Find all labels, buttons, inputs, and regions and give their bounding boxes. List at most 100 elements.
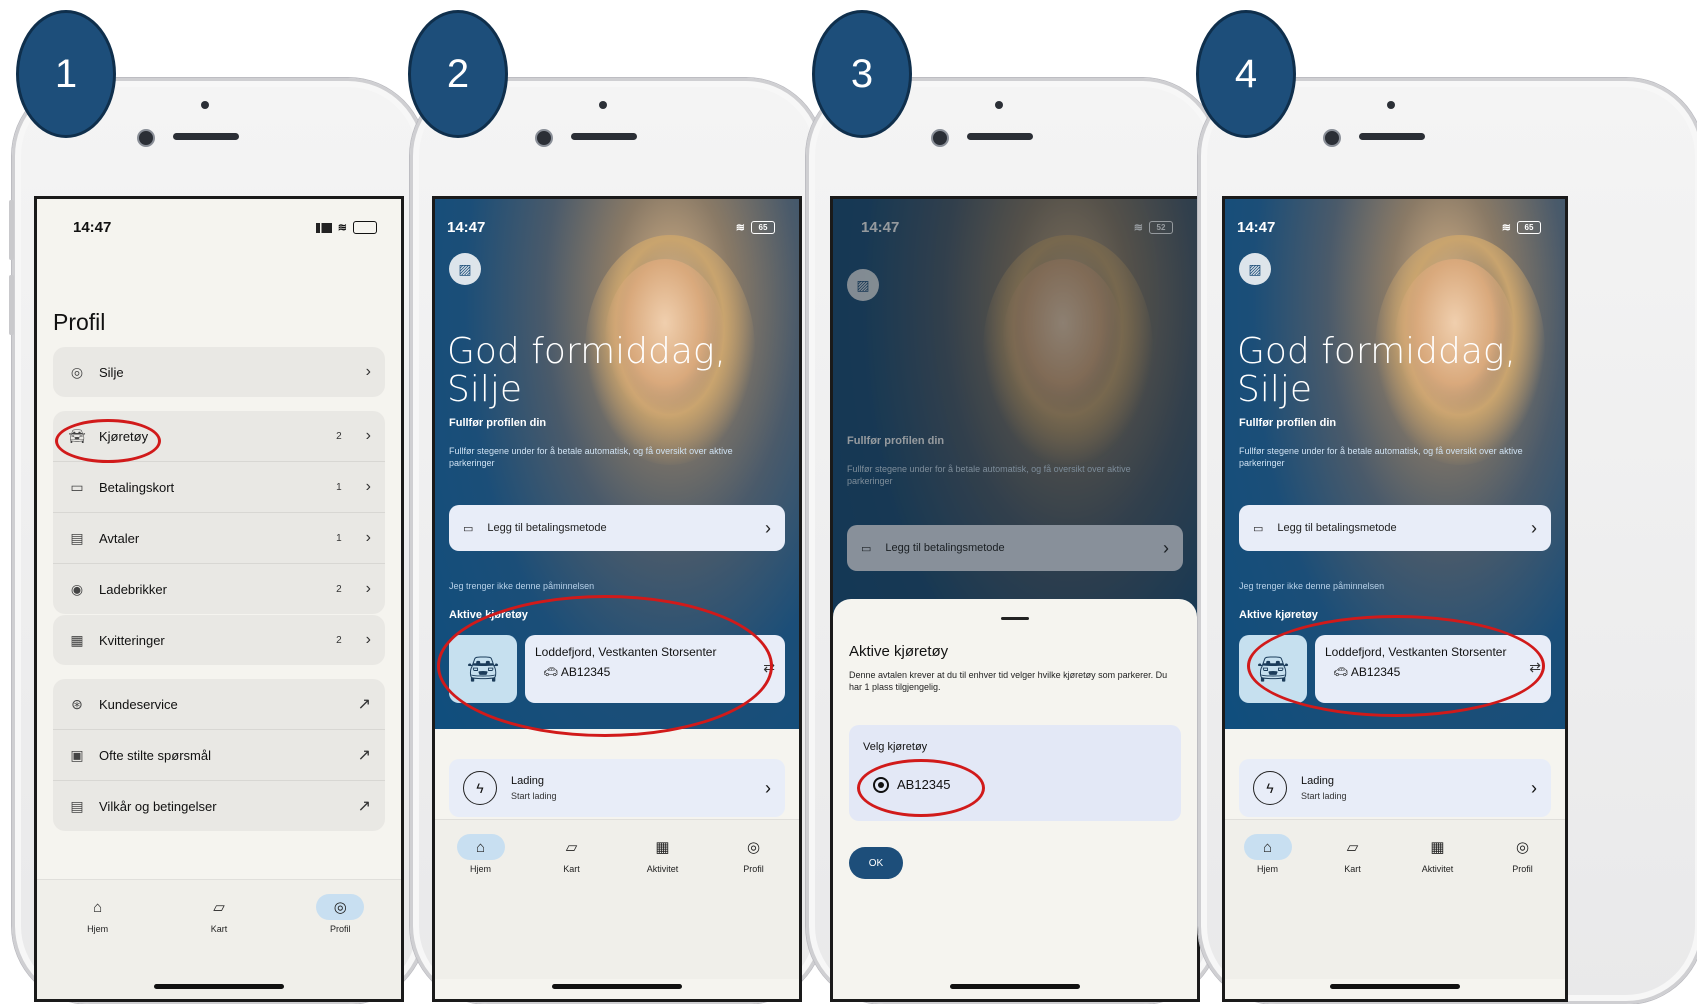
steps-description: Fullfør stegene under for å betale autom… xyxy=(449,446,733,468)
swap-vehicle-icon[interactable]: ⇄ xyxy=(763,659,775,676)
signal-icon xyxy=(315,222,332,233)
active-vehicle-card[interactable]: Loddefjord, Vestkanten Storsenter 🚗︎ AB1… xyxy=(525,635,785,703)
swap-vehicle-icon[interactable]: ⇄ xyxy=(1529,659,1541,676)
dismiss-reminder-link[interactable]: Jeg trenger ikke denne påminnelsen xyxy=(449,581,594,591)
credit-card-icon: ▭ xyxy=(70,478,84,495)
menu-item-betalingskort[interactable]: ▭ Betalingskort 1 › xyxy=(53,462,385,513)
license-plate: 🚗︎ AB12345 xyxy=(543,665,611,679)
link-label: Kundeservice xyxy=(99,696,178,712)
select-label: Velg kjøretøy xyxy=(863,741,928,753)
change-photo-icon[interactable]: ▨ xyxy=(449,253,481,285)
profile-icon: ◎ xyxy=(1515,839,1530,856)
front-camera xyxy=(1323,129,1341,147)
tab-label: Hjem xyxy=(87,924,109,934)
add-payment-button[interactable]: ▭ Legg til betalingsmetode › xyxy=(449,505,785,551)
lightning-icon: ϟ xyxy=(463,771,497,805)
status-time: 14:47 xyxy=(1237,219,1276,236)
plate-text: AB12345 xyxy=(560,665,611,679)
screen-home: 14:47 ≋ 65 ▨ God formiddag, Silje Fullfør … xyxy=(432,196,802,1002)
profile-user-label: Silje xyxy=(99,364,124,380)
change-photo-icon[interactable]: ▨ xyxy=(1239,253,1271,285)
user-card: ◎ Silje › xyxy=(53,347,385,397)
tab-aktivitet[interactable]: ▦ Aktivitet xyxy=(1403,834,1473,979)
greeting-line-2: Silje xyxy=(1237,369,1313,410)
tab-bar: ⌂ Hjem ▱ Kart ◎ Profil xyxy=(37,879,401,999)
menu-item-label: Kvitteringer xyxy=(99,632,165,648)
tab-aktivitet[interactable]: ▦ Aktivitet xyxy=(628,834,698,979)
greeting: God formiddag, Silje xyxy=(1237,333,1516,409)
menu-item-label: Ladebrikker xyxy=(99,581,167,597)
menu-item-avtaler[interactable]: ▤ Avtaler 1 › xyxy=(53,513,385,564)
wifi-icon: ≋ xyxy=(337,222,347,234)
dismiss-reminder-link[interactable]: Jeg trenger ikke denne påminnelsen xyxy=(1239,581,1384,591)
home-icon: ⌂ xyxy=(1243,834,1292,860)
earpiece-speaker xyxy=(173,133,239,140)
complete-profile-heading: Fullfør profilen din xyxy=(449,417,547,429)
calendar-icon: ▦ xyxy=(1430,839,1445,856)
menu-item-kjoretoy[interactable]: 🚘︎ Kjøretøy 2 › xyxy=(53,411,385,462)
license-plate: 🚗︎ AB12345 xyxy=(1333,665,1401,679)
tab-kart[interactable]: ▱ Kart xyxy=(537,834,607,979)
vehicle-radio[interactable] xyxy=(873,777,889,793)
tab-label: Profil xyxy=(1512,864,1533,874)
charging-subtitle: Start lading xyxy=(511,791,557,801)
link-faq[interactable]: ▣ Ofte stilte spørsmål ↗ xyxy=(53,730,385,781)
chevron-right-icon: › xyxy=(365,631,371,648)
link-terms[interactable]: ▤ Vilkår og betingelser ↗ xyxy=(53,781,385,831)
step-badge-2: 2 xyxy=(408,10,508,138)
greeting: God formiddag, Silje xyxy=(447,333,726,409)
earpiece-speaker xyxy=(571,133,637,140)
tab-label: Kart xyxy=(1344,864,1361,874)
lifebuoy-icon: ⊛ xyxy=(71,695,83,712)
status-bar: 14:47 ≋ 65 xyxy=(1237,219,1541,236)
volume-button xyxy=(9,275,14,335)
calendar-icon: ▦ xyxy=(655,839,670,856)
step-badge-1: 1 xyxy=(16,10,116,138)
link-kundeservice[interactable]: ⊛ Kundeservice ↗ xyxy=(53,679,385,730)
tab-kart[interactable]: ▱ Kart xyxy=(1318,834,1388,979)
status-time: 14:47 xyxy=(447,219,486,236)
parking-location: Loddefjord, Vestkanten Storsenter xyxy=(1325,645,1507,659)
tab-profil[interactable]: ◎ Profil xyxy=(719,834,789,979)
car-icon: 🚘︎ xyxy=(68,427,86,444)
nfc-tag-icon: ◉ xyxy=(70,580,84,597)
tab-profil[interactable]: ◎ Profil xyxy=(1488,834,1558,979)
car-check-icon: 🚘︎ xyxy=(449,635,517,703)
item-count: 2 xyxy=(336,634,342,646)
home-indicator xyxy=(552,984,682,989)
sheet-grabber[interactable] xyxy=(1001,617,1029,620)
front-camera xyxy=(535,129,553,147)
document-icon: ▤ xyxy=(70,797,84,814)
bottom-sheet: Aktive kjøretøy Denne avtalen krever at … xyxy=(833,599,1197,999)
menu-item-ladebrikker[interactable]: ◉ Ladebrikker 2 › xyxy=(53,564,385,614)
front-camera xyxy=(931,129,949,147)
active-vehicles-heading: Aktive kjøretøy xyxy=(1239,609,1318,621)
receipts-card: ▦ Kvitteringer 2 › xyxy=(53,615,385,665)
charging-card[interactable]: ϟ Lading Start lading › xyxy=(1239,759,1551,817)
plate-text: AB12345 xyxy=(1350,665,1401,679)
item-count: 1 xyxy=(336,532,342,544)
menu-item-kvitteringer[interactable]: ▦ Kvitteringer 2 › xyxy=(53,615,385,665)
ok-button[interactable]: OK xyxy=(849,847,903,879)
charging-card[interactable]: ϟ Lading Start lading › xyxy=(449,759,785,817)
battery-icon: 65 xyxy=(1517,221,1541,234)
page-title: Profil xyxy=(53,309,106,335)
home-indicator xyxy=(1330,984,1460,989)
tab-hjem[interactable]: ⌂ Hjem xyxy=(1233,834,1303,979)
tab-bar: ⌂ Hjem ▱ Kart ▦ Aktivitet ◎ Profil xyxy=(435,819,799,979)
external-link-icon: ↗ xyxy=(357,696,371,713)
chevron-right-icon: › xyxy=(765,517,771,538)
steps-description: Fullfør stegene under for å betale autom… xyxy=(1239,446,1523,468)
tab-hjem[interactable]: ⌂ Hjem xyxy=(446,834,516,979)
wifi-icon: ≋ xyxy=(735,222,745,234)
battery-icon: 65 xyxy=(751,221,775,234)
tab-profil[interactable]: ◎ Profil xyxy=(305,894,375,999)
tab-hjem[interactable]: ⌂ Hjem xyxy=(63,894,133,999)
add-payment-button[interactable]: ▭ Legg til betalingsmetode › xyxy=(1239,505,1551,551)
active-vehicle-card[interactable]: Loddefjord, Vestkanten Storsenter 🚗︎ AB1… xyxy=(1315,635,1551,703)
earpiece-speaker xyxy=(967,133,1033,140)
vehicle-option-plate[interactable]: AB12345 xyxy=(897,777,951,792)
item-count: 2 xyxy=(336,430,342,442)
step-badge-3: 3 xyxy=(812,10,912,138)
profile-user-row[interactable]: ◎ Silje › xyxy=(53,347,385,397)
